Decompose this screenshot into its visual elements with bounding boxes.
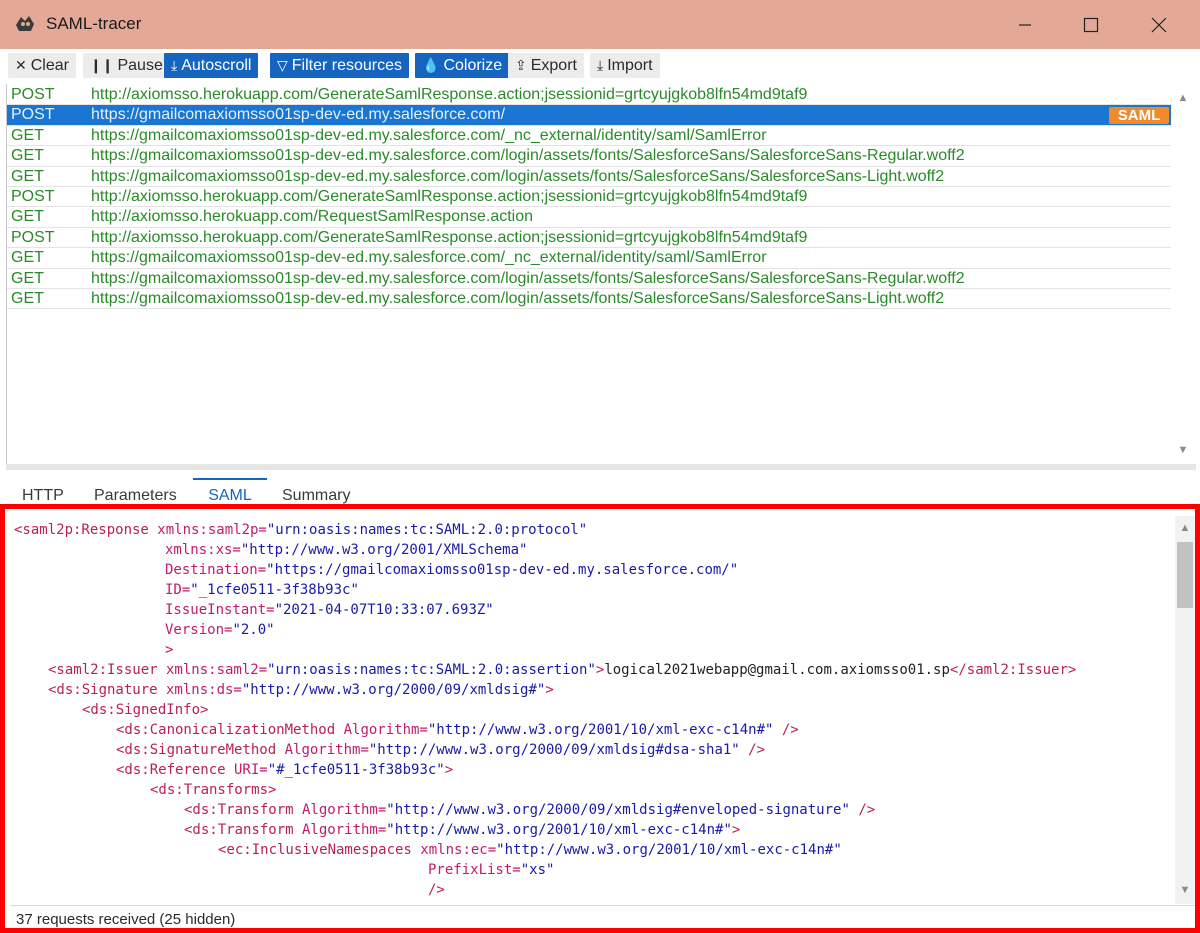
maximize-icon (1083, 17, 1099, 32)
autoscroll-button[interactable]: ⤓ Autoscroll (164, 53, 259, 78)
clear-button[interactable]: ✕ Clear (8, 53, 76, 78)
request-row[interactable]: POST http://axiomsso.herokuapp.com/Gener… (7, 85, 1171, 106)
scroll-down-icon[interactable]: ▼ (1175, 882, 1195, 898)
request-row[interactable]: GET https://gmailcomaxiomsso01sp-dev-ed.… (7, 167, 1171, 187)
scroll-thumb[interactable] (1177, 542, 1193, 608)
tab-summary[interactable]: Summary (282, 478, 350, 506)
xml-line: Destination="https://gmailcomaxiomsso01s… (165, 562, 739, 578)
xml-line: <saml2:Issuer xmlns:saml2="urn:oasis:nam… (48, 662, 1077, 678)
drop-icon: 💧 (422, 57, 440, 73)
request-row[interactable]: POST http://axiomsso.herokuapp.com/Gener… (7, 228, 1171, 249)
request-row-selected[interactable]: POST https://gmailcomaxiomsso01sp-dev-ed… (7, 105, 1171, 126)
xml-line: <ec:InclusiveNamespaces xmlns:ec="http:/… (218, 842, 842, 858)
window-title: SAML-tracer (46, 14, 142, 33)
close-icon (1151, 17, 1167, 32)
request-list: POST http://axiomsso.herokuapp.com/Gener… (6, 84, 1192, 464)
xml-line: PrefixList="xs" (428, 862, 555, 878)
xml-line: <ds:CanonicalizationMethod Algorithm="ht… (116, 722, 799, 738)
request-row[interactable]: GET https://gmailcomaxiomsso01sp-dev-ed.… (7, 248, 1171, 269)
request-row[interactable]: GET http://axiomsso.herokuapp.com/Reques… (7, 207, 1171, 228)
xml-line: <saml2p:Response xmlns:saml2p="urn:oasis… (14, 522, 588, 538)
toolbar: ✕ Clear ❙❙ Pause ⤓ Autoscroll ▽ Filter resou… (6, 51, 1196, 80)
xml-line: <ds:SignedInfo> (82, 702, 209, 718)
xml-line: Version="2.0" (165, 622, 275, 638)
request-row[interactable]: GET https://gmailcomaxiomsso01sp-dev-ed.… (7, 269, 1171, 289)
export-icon: ⇪ (515, 57, 527, 73)
pause-icon: ❙❙ (90, 57, 114, 73)
xml-line: <ds:Signature xmlns:ds="http://www.w3.or… (48, 682, 554, 698)
filter-resources-button[interactable]: ▽ Filter resources (270, 53, 410, 78)
import-button[interactable]: ⤓ Import (590, 53, 660, 78)
xml-line: <ds:SignatureMethod Algorithm="http://ww… (116, 742, 766, 758)
saml-xml-viewer: <saml2p:Response xmlns:saml2p="urn:oasis… (10, 516, 1173, 904)
detail-tabs: HTTP Parameters SAML Summary (6, 476, 1196, 506)
saml-pane-highlight: <saml2p:Response xmlns:saml2p="urn:oasis… (0, 504, 1200, 933)
xml-line: <ds:Transform Algorithm="http://www.w3.o… (184, 802, 876, 818)
status-bar: 37 requests received (25 hidden) (10, 905, 1195, 929)
request-row[interactable]: GET https://gmailcomaxiomsso01sp-dev-ed.… (7, 146, 1171, 167)
xml-line: /> (428, 882, 445, 898)
minimize-button[interactable] (1002, 0, 1048, 49)
close-button[interactable] (1136, 0, 1182, 49)
scroll-up-icon[interactable]: ▲ (1173, 90, 1192, 106)
title-bar: SAML-tracer (0, 0, 1200, 49)
download-arrow-icon: ⤓ (171, 57, 178, 73)
export-button[interactable]: ⇪ Export (508, 53, 584, 78)
request-row[interactable]: GET https://gmailcomaxiomsso01sp-dev-ed.… (7, 126, 1171, 147)
xml-line: > (165, 642, 174, 658)
saml-badge: SAML (1109, 107, 1169, 125)
request-list-scrollbar[interactable]: ▲ ▼ (1173, 84, 1192, 464)
tab-http[interactable]: HTTP (22, 478, 64, 506)
app-icon (16, 16, 34, 31)
xml-line: xmlns:xs="http://www.w3.org/2001/XMLSche… (165, 542, 528, 558)
request-row[interactable]: POST http://axiomsso.herokuapp.com/Gener… (7, 187, 1171, 208)
scroll-up-icon[interactable]: ▲ (1175, 520, 1195, 536)
xml-line: ID="_1cfe0511-3f38b93c" (165, 582, 359, 598)
colorize-button[interactable]: 💧 Colorize (415, 53, 510, 78)
xml-line: <ds:Transform Algorithm="http://www.w3.o… (184, 822, 741, 838)
xml-line: IssueInstant="2021-04-07T10:33:07.693Z" (165, 602, 494, 618)
xml-line: <ds:Transforms> (150, 782, 277, 798)
tab-parameters[interactable]: Parameters (94, 478, 177, 506)
pane-splitter[interactable] (6, 464, 1196, 470)
clear-icon: ✕ (15, 57, 27, 73)
saml-pane-scrollbar[interactable]: ▲ ▼ (1175, 516, 1195, 904)
scroll-down-icon[interactable]: ▼ (1173, 442, 1192, 458)
request-row[interactable]: GET https://gmailcomaxiomsso01sp-dev-ed.… (7, 289, 1171, 310)
maximize-button[interactable] (1068, 0, 1114, 49)
import-icon: ⤓ (597, 57, 604, 73)
minimize-icon (1019, 23, 1031, 26)
filter-icon: ▽ (277, 57, 288, 73)
tab-saml[interactable]: SAML (193, 478, 267, 506)
pause-button[interactable]: ❙❙ Pause (83, 53, 170, 78)
xml-line: <ds:Reference URI="#_1cfe0511-3f38b93c"> (116, 762, 454, 778)
